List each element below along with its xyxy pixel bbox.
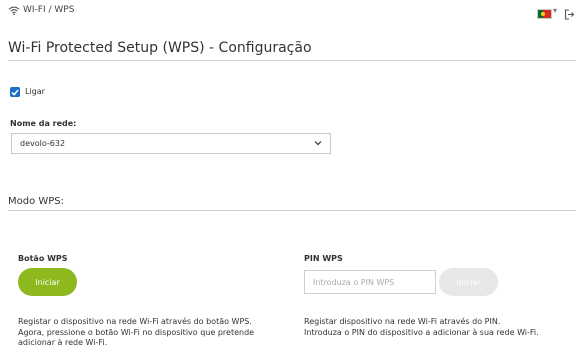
title-divider: [8, 60, 576, 61]
wps-button-description-line: Registar o dispositivo na rede Wi-Fi atr…: [18, 317, 252, 326]
wps-button-label: Botão WPS: [18, 254, 68, 263]
wps-pin-input[interactable]: [304, 270, 436, 294]
portugal-flag-icon[interactable]: [537, 9, 552, 19]
wps-pin-label: PIN WPS: [304, 254, 343, 263]
flag-crest: [541, 12, 545, 16]
breadcrumb: WI-FI / WPS: [8, 5, 74, 15]
wifi-icon: [8, 6, 20, 15]
mode-divider: [8, 210, 576, 211]
wps-button-description-line: Agora, pressione o botão Wi-Fi no dispos…: [18, 327, 255, 337]
enable-checkbox[interactable]: [10, 87, 20, 97]
checkmark-icon: [11, 89, 19, 96]
network-name-label: Nome da rede:: [10, 119, 77, 128]
logout-icon[interactable]: [564, 5, 575, 24]
wps-pin-description-line: Registar dispositivo na rede Wi-Fi atrav…: [304, 317, 501, 326]
breadcrumb-label: WI-FI / WPS: [23, 5, 75, 15]
page-title: Wi-Fi Protected Setup (WPS) - Configuraç…: [8, 40, 312, 56]
wps-pin-description: Registar dispositivo na rede Wi-Fi atrav…: [304, 317, 539, 338]
wps-pin-start-button[interactable]: Iniciar: [439, 268, 498, 296]
wps-button-start-button[interactable]: Iniciar: [18, 268, 77, 296]
wps-button-description: Registar o dispositivo na rede Wi-Fi atr…: [18, 317, 254, 349]
wps-button-description-line: adicionar à rede Wi-Fi.: [18, 338, 108, 347]
network-select-value: devolo-632: [20, 139, 66, 148]
chevron-down-icon: [314, 139, 322, 148]
language-dropdown-caret-icon[interactable]: ▾: [553, 6, 557, 15]
wps-mode-title: Modo WPS:: [8, 196, 65, 207]
network-select[interactable]: devolo-632: [11, 133, 331, 154]
top-bar: WI-FI / WPS ▾: [0, 0, 576, 20]
enable-label: Ligar: [25, 87, 45, 96]
wps-pin-description-line: Introduza o PIN do dispositivo a adicion…: [304, 327, 539, 337]
